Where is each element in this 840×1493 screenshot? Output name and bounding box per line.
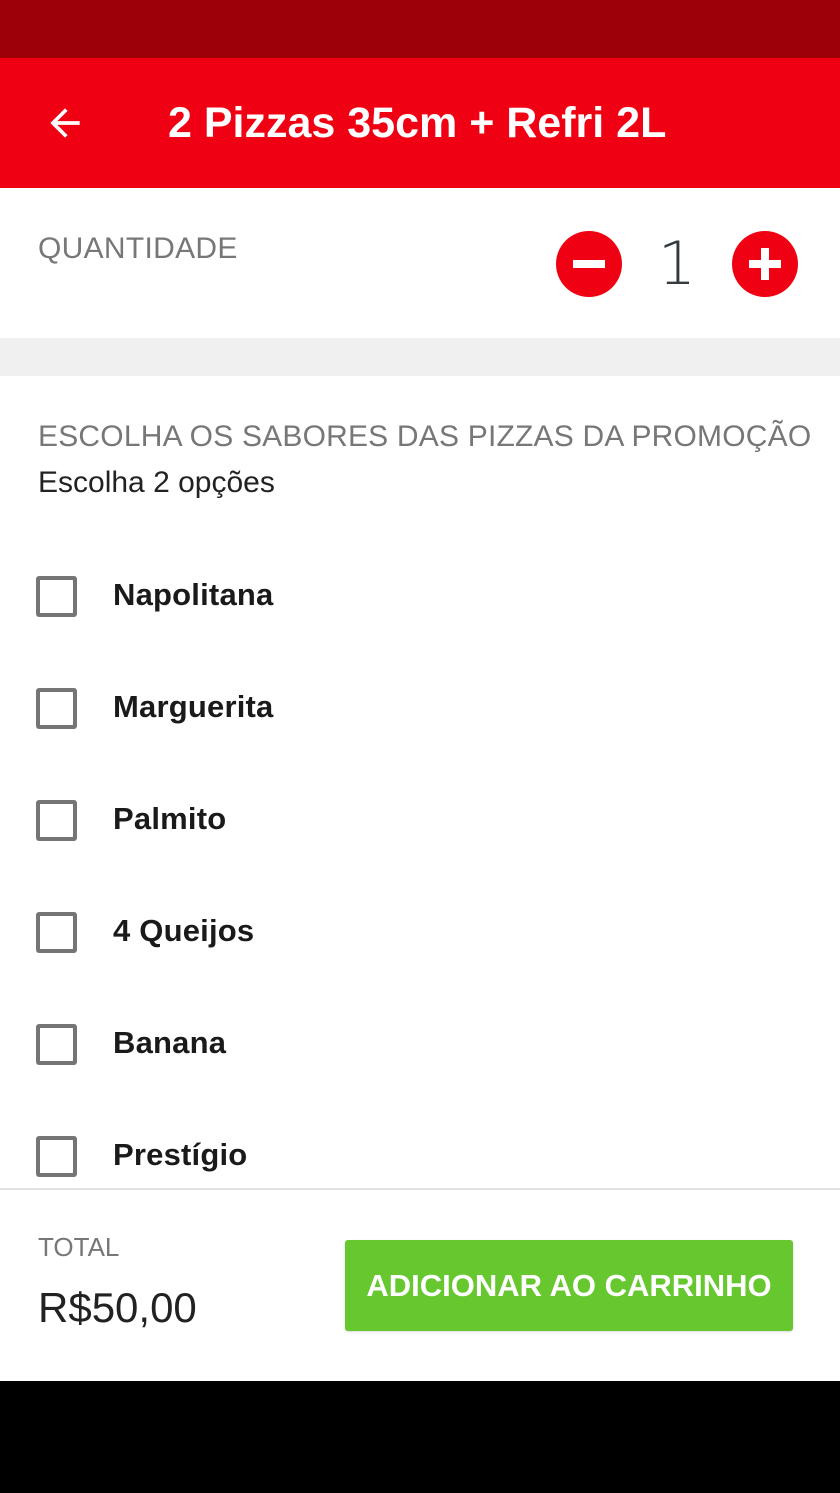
decrease-quantity-button[interactable] [556,231,622,297]
add-to-cart-button[interactable]: ADICIONAR AO CARRINHO [345,1240,793,1331]
quantity-value: 1 [657,229,697,299]
checkbox[interactable] [36,800,77,841]
cart-footer: TOTAL R$50,00 ADICIONAR AO CARRINHO [0,1188,840,1381]
checkbox[interactable] [36,1136,77,1177]
system-navigation-bar [0,1381,840,1493]
arrow-left-icon [50,108,80,138]
flavors-section: ESCOLHA OS SABORES DAS PIZZAS DA PROMOÇÃ… [0,376,840,1188]
total-price: R$50,00 [38,1284,197,1331]
flavor-option-banana[interactable]: Banana [0,989,840,1101]
total-label: TOTAL [38,1232,120,1262]
checkbox[interactable] [36,688,77,729]
checkbox[interactable] [36,576,77,617]
flavor-option-label: Banana [113,1025,227,1060]
flavor-option-prestigio[interactable]: Prestígio [0,1101,840,1188]
flavor-option-label: Prestígio [113,1137,248,1172]
app-bar: 2 Pizzas 35cm + Refri 2L [0,58,840,188]
flavor-option-label: Napolitana [113,577,274,612]
flavor-option-label: Palmito [113,801,227,836]
flavors-section-subtitle: Escolha 2 opções [38,466,275,499]
main-content: QUANTIDADE 1 ESCOLHA OS SABORES DAS PIZZ… [0,188,840,1188]
back-button[interactable] [30,88,100,158]
section-divider [0,338,840,376]
flavor-option-palmito[interactable]: Palmito [0,765,840,877]
flavor-option-4-queijos[interactable]: 4 Queijos [0,877,840,989]
minus-icon [573,260,605,268]
increase-quantity-button[interactable] [732,231,798,297]
page-title: 2 Pizzas 35cm + Refri 2L [168,99,667,147]
plus-icon [749,248,781,280]
quantity-section: QUANTIDADE 1 [0,188,840,338]
flavor-option-label: Marguerita [113,689,274,724]
flavor-option-napolitana[interactable]: Napolitana [0,541,840,653]
status-bar [0,0,840,58]
flavor-option-marguerita[interactable]: Marguerita [0,653,840,765]
checkbox[interactable] [36,912,77,953]
screen: 2 Pizzas 35cm + Refri 2L QUANTIDADE 1 ES… [0,0,840,1493]
quantity-label: QUANTIDADE [38,232,238,265]
flavor-option-label: 4 Queijos [113,913,255,948]
flavors-section-title: ESCOLHA OS SABORES DAS PIZZAS DA PROMOÇÃ… [38,420,812,453]
checkbox[interactable] [36,1024,77,1065]
